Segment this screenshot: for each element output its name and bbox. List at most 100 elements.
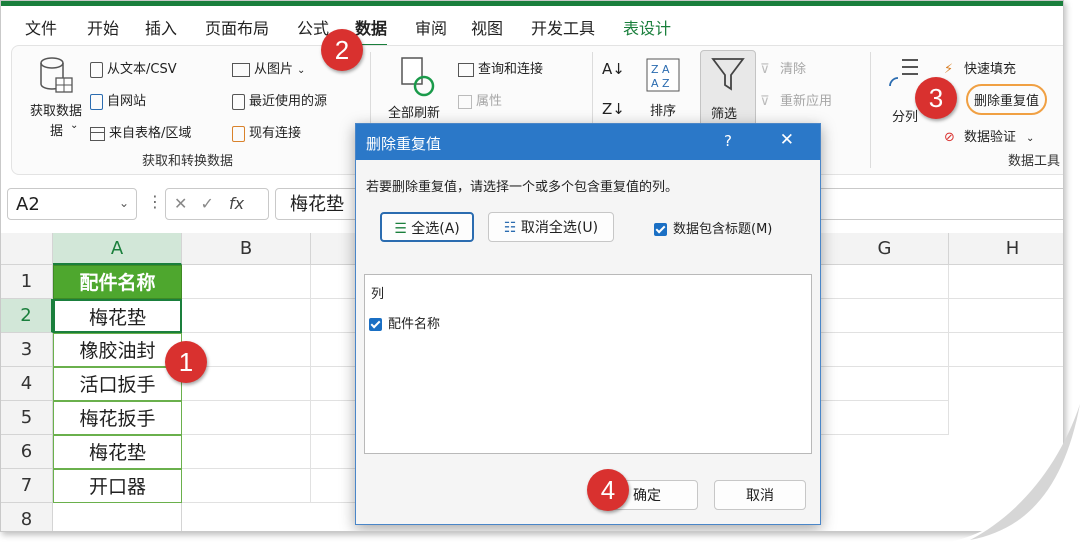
filter-button[interactable]: 筛选 (700, 50, 756, 132)
enter-check-icon[interactable]: ✓ (201, 194, 214, 213)
remove-duplicates-dialog: 删除重复值 ? ✕ 若要删除重复值，请选择一个或多个包含重复值的列。 ☰ 全选(… (355, 123, 821, 525)
grid-cell[interactable] (182, 265, 311, 299)
reapply-label: 重新应用 (780, 94, 833, 109)
step-badge-2: 2 (321, 29, 363, 71)
row-header[interactable]: 2 (1, 299, 53, 333)
table-cell[interactable]: 梅花扳手 (53, 401, 182, 435)
clear-filter-button[interactable]: ⊽ 清除 (760, 58, 806, 78)
table-cell[interactable]: 活口扳手 (53, 367, 182, 401)
column-header-h[interactable]: H (949, 233, 1063, 265)
table-cell[interactable]: 梅花垫 (53, 435, 182, 469)
checkbox-checked-icon (369, 318, 382, 331)
grid-cell[interactable] (311, 265, 357, 299)
refresh-all-button[interactable]: 全部刷新 (384, 56, 454, 126)
recent-sources-label: 最近使用的源 (249, 94, 328, 109)
data-validation-label: 数据验证 (964, 130, 1017, 145)
help-icon[interactable]: ? (724, 132, 732, 150)
grid-cell[interactable] (311, 435, 357, 469)
grid-cell[interactable] (821, 265, 949, 299)
tab-page-layout[interactable]: 页面布局 (205, 15, 269, 39)
insert-function-button[interactable]: fx (229, 194, 244, 213)
chevron-down-icon: ⌄ (297, 65, 306, 76)
column-checkbox-item[interactable]: 配件名称 (369, 313, 440, 332)
queries-connections-button[interactable]: 查询和连接 (458, 58, 543, 77)
grid-cell[interactable] (311, 401, 357, 435)
sort-button[interactable]: Z A A Z 排序 (640, 56, 690, 126)
column-header-g[interactable]: G (821, 233, 949, 265)
tab-view[interactable]: 视图 (471, 15, 503, 39)
select-all-icon: ☰ (394, 221, 407, 237)
remove-duplicates-label: 删除重复值 (974, 94, 1040, 109)
grid-cell[interactable] (949, 299, 1063, 333)
tab-table-design[interactable]: 表设计 (623, 15, 671, 39)
select-all-button[interactable]: ☰ 全选(A) (380, 212, 474, 242)
chevron-down-icon[interactable]: ⌄ (119, 196, 129, 210)
row-header[interactable]: 1 (1, 265, 53, 299)
tab-formulas[interactable]: 公式 (297, 15, 329, 39)
table-cell[interactable]: 橡胶油封 (53, 333, 182, 367)
name-box[interactable]: A2 (7, 188, 137, 220)
table-cell[interactable]: 开口器 (53, 469, 182, 503)
sort-az-icon[interactable]: A↓ (602, 60, 625, 78)
reapply-button[interactable]: ⊽ 重新应用 (760, 90, 832, 110)
unselect-all-button[interactable]: ☷ 取消全选(U) (488, 212, 614, 242)
get-data-button[interactable]: 获取数据 据 ⌄ (26, 56, 86, 139)
remove-duplicates-button[interactable]: 删除重复值 (966, 84, 1048, 115)
tab-insert[interactable]: 插入 (145, 15, 177, 39)
properties-label: 属性 (476, 94, 503, 109)
select-all-label: 全选(A) (411, 221, 460, 237)
tab-home[interactable]: 开始 (87, 15, 119, 39)
grid-cell[interactable] (182, 435, 311, 469)
has-headers-checkbox[interactable]: 数据包含标题(M) (654, 218, 772, 237)
from-table-button[interactable]: 来自表格/区域 (90, 122, 191, 141)
chevron-down-icon: ⌄ (70, 120, 79, 131)
tab-file[interactable]: 文件 (25, 15, 57, 39)
ribbon-tabs: 文件 开始 插入 页面布局 公式 数据 审阅 视图 开发工具 表设计 (1, 9, 1063, 47)
grid-cell[interactable] (182, 401, 311, 435)
cancel-icon[interactable]: ✕ (174, 194, 187, 213)
tab-data[interactable]: 数据 (355, 15, 388, 47)
column-header-a[interactable]: A (53, 233, 182, 265)
data-validation-button[interactable]: ⊘ 数据验证 ⌄ (944, 126, 1034, 146)
table-icon (90, 126, 105, 141)
grid-cell[interactable] (311, 299, 357, 333)
existing-connections-button[interactable]: 现有连接 (232, 122, 301, 142)
from-picture-button[interactable]: 从图片 ⌄ (232, 58, 305, 77)
table-cell[interactable] (53, 503, 182, 531)
more-options-icon: ⋮ (147, 192, 163, 211)
dialog-title-bar[interactable]: 删除重复值 ? ✕ (356, 124, 820, 160)
column-header-b[interactable]: B (182, 233, 311, 265)
tab-review[interactable]: 审阅 (415, 15, 447, 39)
step-badge-4: 4 (587, 469, 629, 511)
row-header[interactable]: 5 (1, 401, 53, 435)
table-cell[interactable]: 梅花垫 (53, 299, 182, 333)
sort-za-icon[interactable]: Z↓ (602, 100, 625, 118)
select-all-corner[interactable] (1, 233, 53, 265)
grid-cell[interactable] (311, 367, 357, 401)
row-header[interactable]: 4 (1, 367, 53, 401)
properties-button[interactable]: 属性 (458, 90, 502, 109)
sort-dialog-icon: Z A A Z (646, 58, 680, 92)
grid-cell[interactable] (311, 333, 357, 367)
grid-cell[interactable] (949, 265, 1063, 299)
grid-cell[interactable] (182, 469, 311, 503)
cancel-button[interactable]: 取消 (714, 480, 806, 510)
table-header-cell[interactable]: 配件名称 (53, 265, 182, 299)
recent-sources-button[interactable]: 最近使用的源 (232, 90, 327, 110)
row-header[interactable]: 6 (1, 435, 53, 469)
row-header[interactable]: 7 (1, 469, 53, 503)
close-icon[interactable]: ✕ (780, 130, 794, 150)
tab-developer[interactable]: 开发工具 (531, 15, 595, 39)
clear-label: 清除 (780, 62, 807, 77)
title-accent-line (1, 1, 1063, 6)
grid-cell[interactable] (182, 299, 311, 333)
row-header[interactable]: 3 (1, 333, 53, 367)
group-get-transform-label: 获取和转换数据 (142, 154, 234, 169)
from-web-button[interactable]: 自网站 (90, 90, 146, 110)
grid-cell[interactable] (821, 299, 949, 333)
queries-icon (458, 62, 474, 77)
from-text-csv-button[interactable]: 从文本/CSV (90, 58, 177, 78)
flash-fill-button[interactable]: ⚡ 快速填充 (944, 58, 1016, 78)
grid-cell[interactable] (311, 469, 357, 503)
row-header[interactable]: 8 (1, 503, 53, 531)
